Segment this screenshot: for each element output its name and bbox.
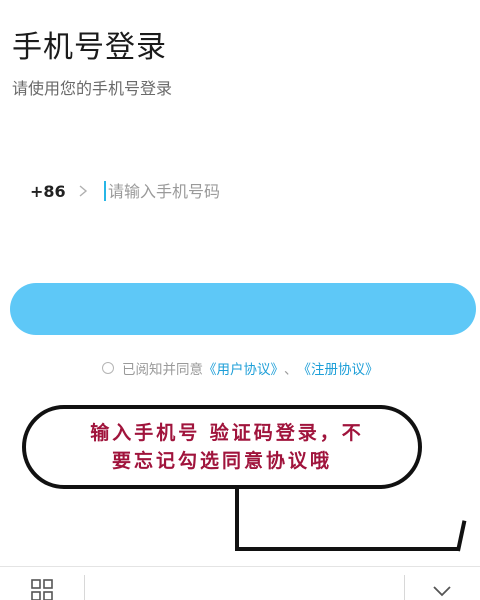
annotation-bubble: 输入手机号 验证码登录，不 要忘记勾选同意协议哦 <box>22 405 422 489</box>
annotation-connector-up <box>456 520 467 552</box>
agreement-prefix: 已阅知并同意 <box>122 362 203 378</box>
page-subtitle: 请使用您的手机号登录 <box>12 79 173 98</box>
chevron-right-icon[interactable] <box>78 181 104 201</box>
annotation-text-line1: 输入手机号 验证码登录，不 <box>90 422 364 444</box>
user-agreement-link[interactable]: 《用户协议》 <box>203 358 284 378</box>
country-code-selector[interactable]: +86 <box>30 182 78 201</box>
login-page: 手机号登录 请使用您的手机号登录 +86 已阅知并同意 《用户协议》 、 《注册… <box>0 0 480 600</box>
chevron-down-icon[interactable] <box>430 583 454 599</box>
login-button[interactable] <box>10 283 476 335</box>
text-cursor <box>104 181 106 201</box>
page-title: 手机号登录 <box>12 30 167 65</box>
bottom-toolbar <box>0 566 480 600</box>
phone-number-input[interactable] <box>108 181 408 201</box>
agreement-checkbox[interactable] <box>102 362 114 374</box>
toolbar-divider-left <box>84 575 85 600</box>
agreement-separator: 、 <box>284 362 298 378</box>
toolbar-divider-right <box>404 575 405 600</box>
phone-field-wrapper <box>104 181 408 201</box>
agreement-row: 已阅知并同意 《用户协议》 、 《注册协议》 <box>102 358 379 378</box>
grid-icon[interactable] <box>30 579 56 600</box>
registration-agreement-link[interactable]: 《注册协议》 <box>298 358 379 378</box>
annotation-connector-horizontal <box>235 547 460 551</box>
annotation-connector-vertical <box>235 487 239 551</box>
annotation-text-line2: 要忘记勾选同意协议哦 <box>111 450 332 472</box>
phone-input-row: +86 <box>30 176 450 206</box>
